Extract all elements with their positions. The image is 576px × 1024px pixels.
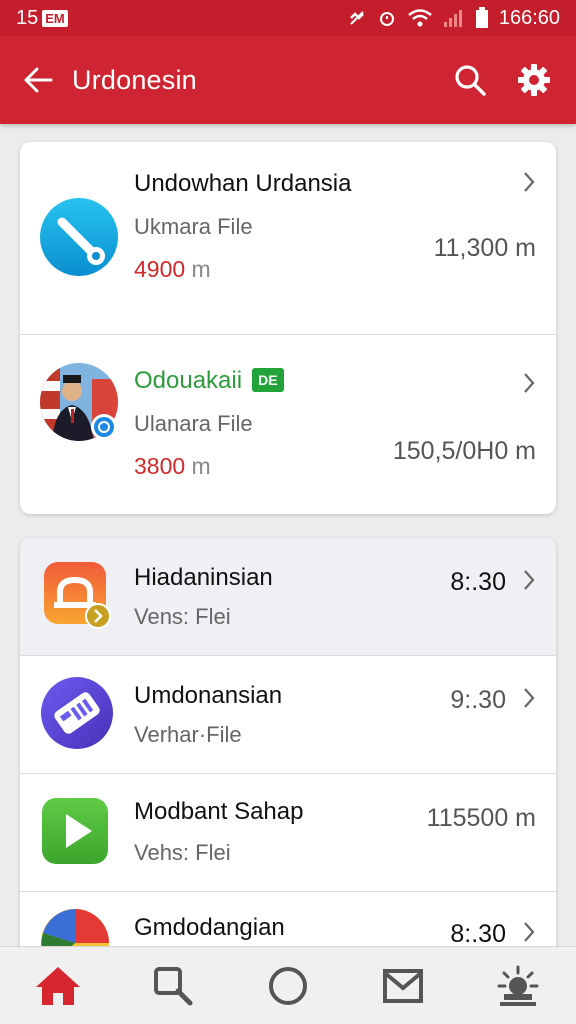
link-tool-icon (40, 198, 118, 281)
list-card: Hiadaninsian Vens: Flei 8:.30 Umdonansia… (20, 538, 556, 958)
page-title: Urdonesin (72, 64, 197, 95)
alarm-icon (379, 12, 394, 26)
arrow-left-icon (24, 67, 53, 93)
item-value: 9:.30 (450, 686, 506, 714)
item-subtitle: Vens: Flei (134, 604, 231, 629)
person-avatar (38, 361, 120, 448)
item-subtitle: Ukmara File (134, 214, 253, 239)
app-bar: Urdonesin (0, 36, 576, 124)
mute-icon (349, 11, 364, 25)
list-item[interactable]: Modbant Sahap Vehs: Flei 115500 m (20, 774, 556, 891)
item-value: 8:.30 (450, 920, 506, 948)
chevron-right-icon (524, 688, 535, 708)
item-value: 150,5/0H0 m (392, 437, 536, 465)
search-button[interactable] (446, 56, 494, 104)
nav-home[interactable] (28, 956, 88, 1016)
circle-icon (268, 966, 307, 1005)
amount-unit: m (185, 256, 211, 282)
search-icon (455, 65, 486, 96)
gear-icon (518, 64, 550, 96)
amount-value: 4900 (134, 256, 186, 282)
tag-badge: DE (252, 367, 284, 392)
status-left: 15 EM (16, 7, 68, 30)
item-title: Umdonansian (134, 682, 283, 709)
item-subtitle: Ulanara File (134, 411, 253, 436)
nav-settings[interactable] (488, 956, 548, 1016)
status-time-left: 15 (16, 6, 39, 29)
item-title: Odouakaii DE (134, 367, 284, 395)
play-icon (40, 796, 110, 871)
nav-search[interactable] (143, 956, 203, 1016)
item-title: Gmdodangian (134, 914, 285, 941)
status-time-right: 166:60 (498, 6, 560, 29)
home-icon (35, 966, 80, 1005)
orange-app-icon (42, 560, 112, 635)
item-amount: 4900 m (134, 256, 211, 283)
chevron-right-icon (524, 922, 535, 942)
list-item[interactable]: Hiadaninsian Vens: Flei 8:.30 (20, 538, 556, 655)
settings-icon (497, 965, 539, 1006)
chevron-right-icon (524, 373, 535, 393)
wifi-icon (408, 9, 432, 27)
status-bar: 15 EM 166:60 (0, 0, 576, 36)
bottom-nav (0, 946, 576, 1024)
status-right: 166:60 (347, 7, 560, 30)
item-value: 8:.30 (450, 568, 506, 596)
featured-item[interactable]: Undowhan Urdansia Ukmara File 4900 m 11,… (20, 142, 556, 334)
status-badge: EM (42, 9, 68, 27)
featured-card: Undowhan Urdansia Ukmara File 4900 m 11,… (20, 142, 556, 514)
title-text: Odouakaii (134, 367, 243, 394)
item-title: Undowhan Urdansia (134, 170, 352, 197)
signal-icon (443, 10, 462, 27)
amount-unit: m (185, 453, 211, 479)
list-item[interactable]: Umdonansian Verhar·File 9:.30 (20, 656, 556, 773)
item-value: 115500 m (426, 804, 536, 832)
purple-app-icon (40, 676, 114, 755)
nav-mail[interactable] (373, 956, 433, 1016)
chevron-right-icon (524, 570, 535, 590)
item-title: Hiadaninsian (134, 564, 273, 591)
nav-circle[interactable] (258, 956, 318, 1016)
chevron-right-icon (524, 172, 535, 192)
item-value: 11,300 m (433, 234, 536, 262)
amount-value: 3800 (134, 453, 186, 479)
battery-icon (475, 7, 488, 28)
item-amount: 3800 m (134, 453, 211, 480)
search-icon (153, 966, 193, 1005)
settings-button[interactable] (510, 56, 558, 104)
item-subtitle: Vehs: Flei (134, 840, 231, 865)
mail-icon (383, 968, 424, 1003)
featured-item[interactable]: Odouakaii DE Ulanara File 3800 m 150,5/0H… (20, 335, 556, 514)
back-button[interactable] (18, 60, 58, 100)
item-title: Modbant Sahap (134, 798, 304, 825)
item-subtitle: Verhar·File (134, 722, 242, 747)
